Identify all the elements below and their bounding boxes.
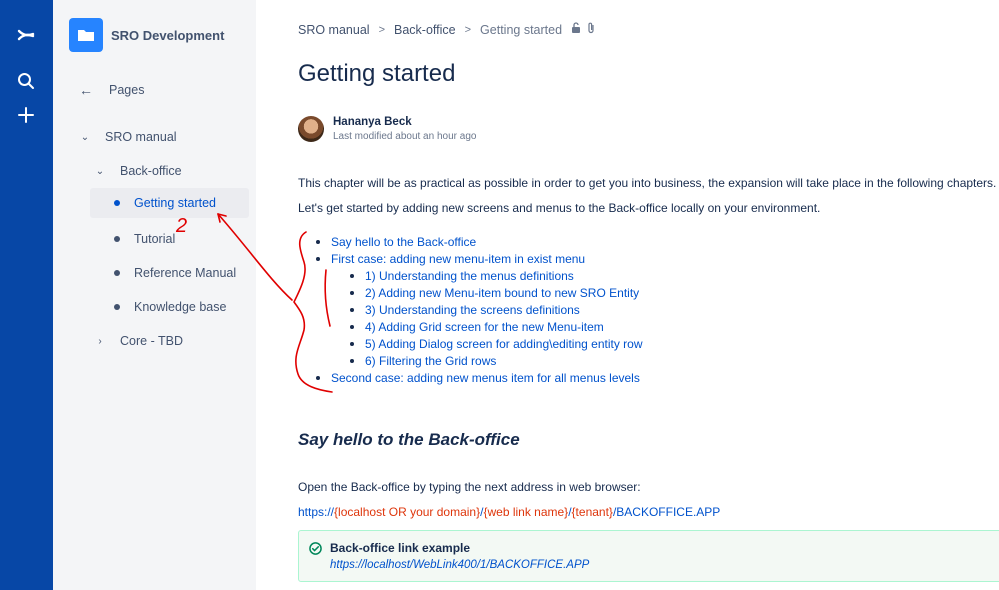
bullet-icon [114,200,120,206]
toc-item[interactable]: Second case: adding new menus item for a… [316,369,640,386]
breadcrumb-item-back-office[interactable]: Back-office [394,23,456,37]
chevron-right-icon: > [464,23,472,36]
chevron-down-icon[interactable]: ⌄ [79,132,91,143]
tree-item-label: Tutorial [134,232,176,246]
bullet-icon [350,273,354,278]
tree-item-tutorial[interactable]: Tutorial [114,224,175,254]
toc-link[interactable]: Second case: adding new menus item for a… [331,371,640,385]
space-folder-icon [69,18,103,52]
bullet-icon [316,256,320,261]
page-content: SRO manual > Back-office > Getting start… [256,0,999,590]
pages-label: Pages [109,83,145,97]
plus-icon[interactable] [11,100,41,130]
chevron-right-icon: > [378,23,385,36]
tree-item-back-office[interactable]: ⌄ Back-office [94,156,182,186]
toc-subitem[interactable]: 1) Understanding the menus definitions [350,267,574,284]
url-template: https://{localhost OR your domain}/{web … [298,505,721,519]
attachment-icon[interactable] [586,22,596,37]
breadcrumb-item-current[interactable]: Getting started [480,23,562,37]
toc-link[interactable]: 5) Adding Dialog screen for adding\editi… [365,337,643,351]
toc-subitem[interactable]: 2) Adding new Menu-item bound to new SRO… [350,284,639,301]
toc-item[interactable]: First case: adding new menu-item in exis… [316,250,585,267]
author-name[interactable]: Hananya Beck [333,116,476,128]
breadcrumb-item-sro-manual[interactable]: SRO manual [298,23,370,37]
bullet-icon [316,239,320,244]
toc-item[interactable]: Say hello to the Back-office [316,233,476,250]
panel-link[interactable]: https://localhost/WebLink400/1/BACKOFFIC… [330,559,589,571]
bullet-icon [114,270,120,276]
search-icon[interactable] [11,66,41,96]
panel-title: Back-office link example [330,541,471,555]
breadcrumb: SRO manual > Back-office > Getting start… [298,22,596,37]
pages-link[interactable]: ← Pages [79,82,144,98]
toc-subitem[interactable]: 5) Adding Dialog screen for adding\editi… [350,335,643,352]
space-name: SRO Development [111,27,225,43]
space-sidebar: SRO Development ← Pages ⌄ SRO manual ⌄ B… [53,0,256,590]
toc-link[interactable]: 3) Understanding the screens definitions [365,303,580,317]
tree-item-sro-manual[interactable]: ⌄ SRO manual [79,122,177,152]
tree-item-label: Core - TBD [120,334,183,348]
toc-link[interactable]: 4) Adding Grid screen for the new Menu-i… [365,320,604,334]
bullet-icon [350,341,354,346]
last-modified[interactable]: Last modified about an hour ago [333,131,476,142]
bullet-icon [114,236,120,242]
page-title: Getting started [298,60,456,87]
tree-item-label: Getting started [134,196,216,210]
global-nav [0,0,53,590]
chevron-down-icon[interactable]: ⌄ [94,166,106,177]
byline: Hananya Beck Last modified about an hour… [298,116,476,142]
toc-link[interactable]: 1) Understanding the menus definitions [365,269,574,283]
tree-item-label: SRO manual [105,130,177,144]
section-paragraph: Open the Back-office by typing the next … [298,480,641,494]
bullet-icon [350,358,354,363]
confluence-logo-icon[interactable] [11,20,41,50]
bullet-icon [350,290,354,295]
bullet-icon [350,307,354,312]
tree-item-reference-manual[interactable]: Reference Manual [114,258,236,288]
tree-item-knowledge-base[interactable]: Knowledge base [114,292,226,322]
bullet-icon [316,375,320,380]
unlock-icon[interactable] [570,22,582,37]
toc-link[interactable]: Say hello to the Back-office [331,235,476,249]
tree-item-label: Knowledge base [134,300,227,314]
toc-link[interactable]: First case: adding new menu-item in exis… [331,252,585,266]
tree-item-core-tbd[interactable]: › Core - TBD [94,326,183,356]
toc-link[interactable]: 2) Adding new Menu-item bound to new SRO… [365,286,639,300]
arrow-left-icon: ← [79,82,93,98]
bullet-icon [350,324,354,329]
check-circle-icon [309,542,322,555]
avatar[interactable] [298,116,324,142]
success-panel: Back-office link example https://localho… [298,530,999,582]
toc-link[interactable]: 6) Filtering the Grid rows [365,354,496,368]
intro-paragraph-2: Let's get started by adding new screens … [298,201,821,215]
toc-subitem[interactable]: 4) Adding Grid screen for the new Menu-i… [350,318,604,335]
intro-paragraph-1: This chapter will be as practical as pos… [298,176,997,190]
tree-item-label: Reference Manual [134,266,237,280]
toc-subitem[interactable]: 6) Filtering the Grid rows [350,352,496,369]
section-heading: Say hello to the Back-office [298,430,520,449]
space-header[interactable]: SRO Development [69,18,224,52]
tree-item-getting-started[interactable]: Getting started [90,188,249,218]
toc-subitem[interactable]: 3) Understanding the screens definitions [350,301,580,318]
chevron-right-icon[interactable]: › [94,336,106,347]
bullet-icon [114,304,120,310]
tree-item-label: Back-office [120,164,182,178]
